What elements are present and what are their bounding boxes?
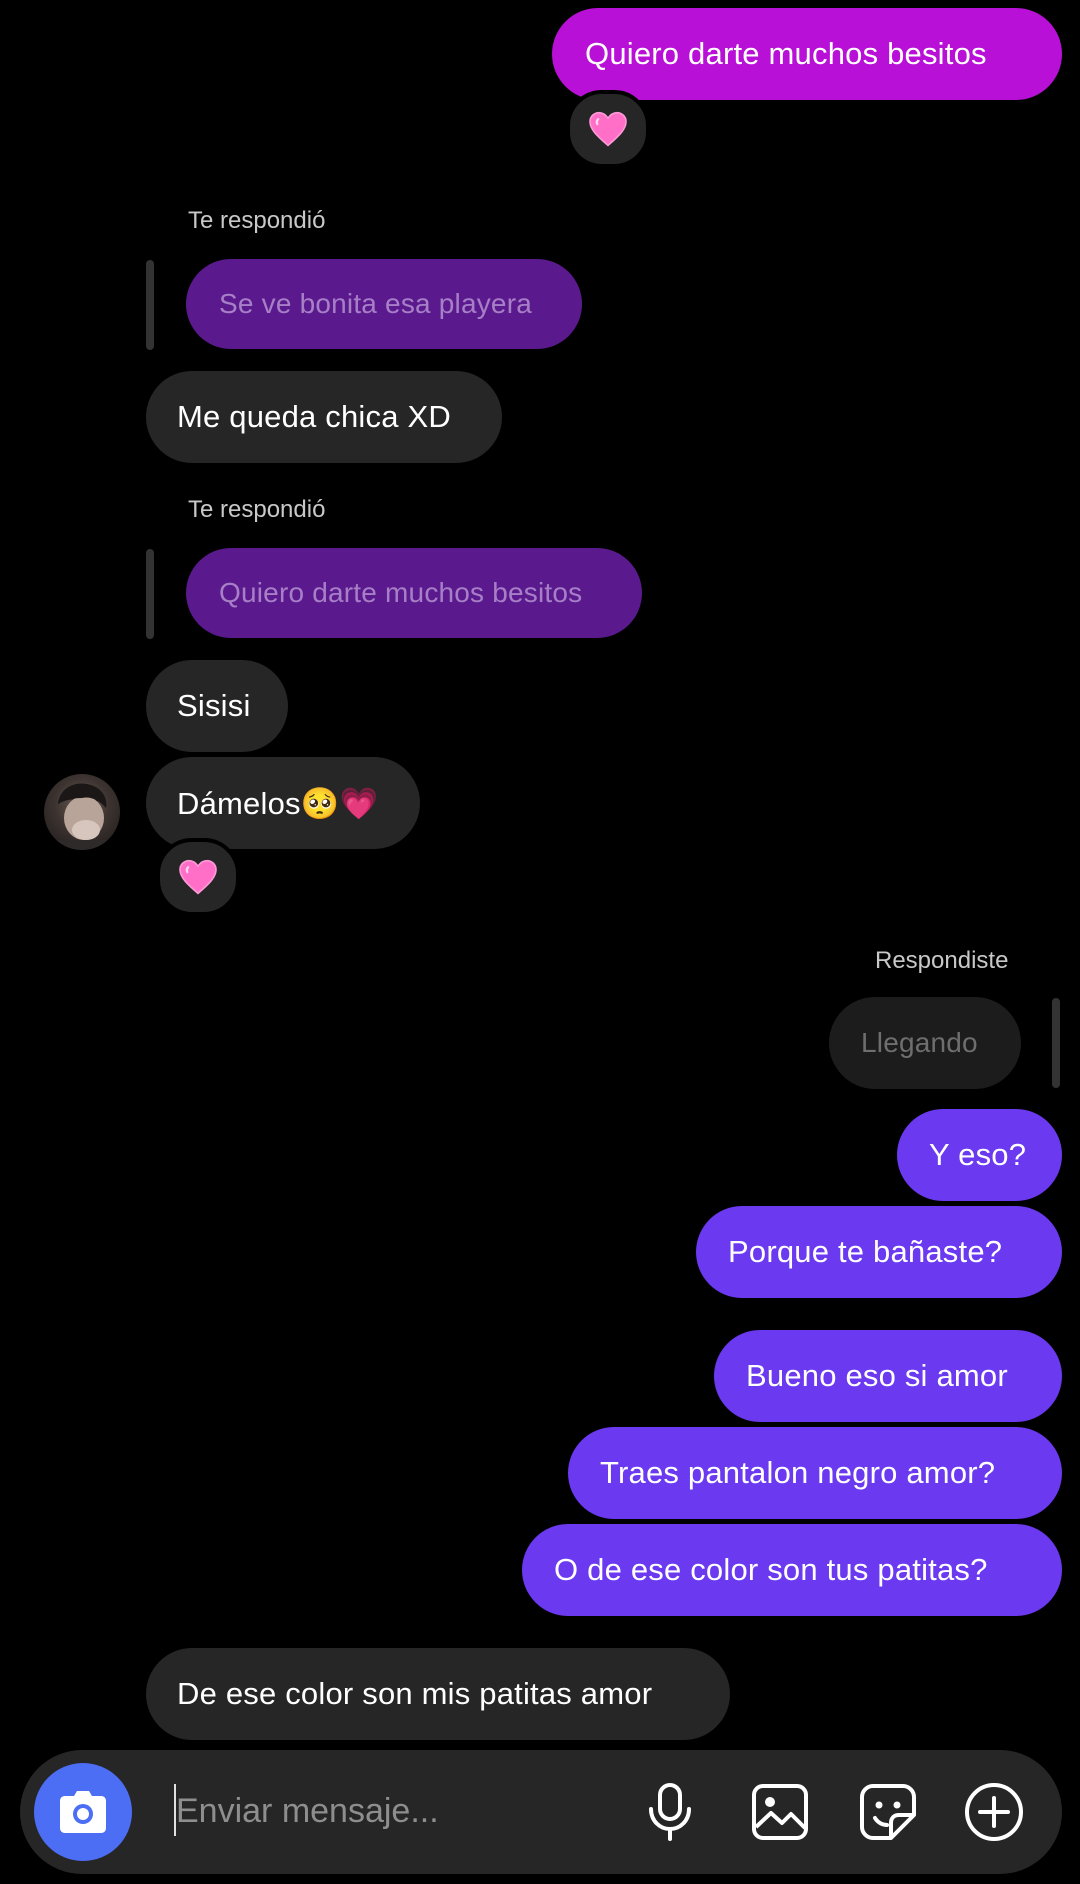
received-message[interactable]: Me queda chica XD <box>146 371 502 463</box>
message-text: Y eso? <box>929 1137 1027 1172</box>
reply-bar <box>146 549 154 639</box>
sticker-icon <box>860 1784 916 1840</box>
sent-message[interactable]: Y eso? <box>897 1109 1062 1201</box>
message-text: O de ese color son tus patitas? <box>554 1552 988 1587</box>
message-reaction[interactable] <box>156 838 240 916</box>
camera-button[interactable] <box>34 1763 132 1861</box>
microphone-icon <box>649 1783 691 1841</box>
message-text: Traes pantalon negro amor? <box>600 1455 996 1490</box>
quoted-message[interactable]: Quiero darte muchos besitos <box>186 548 642 638</box>
message-input[interactable] <box>156 1778 636 1844</box>
message-text: Bueno eso si amor <box>746 1358 1008 1393</box>
sent-message[interactable]: O de ese color son tus patitas? <box>522 1524 1062 1616</box>
message-text: De ese color son mis patitas amor <box>177 1676 653 1711</box>
heart-emoji-icon <box>589 111 627 147</box>
sent-message[interactable]: Quiero darte muchos besitos <box>552 8 1062 100</box>
reply-label: Te respondió <box>188 207 326 234</box>
sticker-button[interactable] <box>854 1778 922 1846</box>
message-composer <box>20 1750 1062 1874</box>
message-reaction[interactable] <box>566 90 650 168</box>
add-button[interactable] <box>960 1778 1028 1846</box>
sent-message[interactable]: Bueno eso si amor <box>714 1330 1062 1422</box>
message-text: Porque te bañaste? <box>728 1234 1003 1269</box>
received-message[interactable]: De ese color son mis patitas amor <box>146 1648 730 1740</box>
message-text: Quiero darte muchos besitos <box>585 36 987 71</box>
quoted-message[interactable]: Se ve bonita esa playera <box>186 259 582 349</box>
message-text: Me queda chica XD <box>177 399 451 434</box>
reply-label: Te respondió <box>188 496 326 523</box>
reply-label: Respondiste <box>875 947 1009 974</box>
message-text: Dámelos🥺💗 <box>177 785 379 821</box>
quoted-text: Llegando <box>861 1027 978 1058</box>
quoted-text: Quiero darte muchos besitos <box>219 577 583 608</box>
text-caret <box>174 1784 176 1836</box>
message-text: Sisisi <box>177 688 251 723</box>
reply-bar <box>1052 998 1060 1088</box>
camera-icon <box>60 1791 106 1833</box>
quoted-message[interactable]: Llegando <box>829 997 1021 1089</box>
quoted-text: Se ve bonita esa playera <box>219 288 533 319</box>
avatar-photo <box>44 783 120 850</box>
received-message[interactable]: Dámelos🥺💗 <box>146 757 420 849</box>
received-message[interactable]: Sisisi <box>146 660 288 752</box>
sent-message[interactable]: Porque te bañaste? <box>696 1206 1062 1298</box>
microphone-button[interactable] <box>636 1778 704 1846</box>
reply-bar <box>146 260 154 350</box>
gallery-icon <box>752 1784 808 1840</box>
plus-icon <box>965 1783 1023 1841</box>
sent-message[interactable]: Traes pantalon negro amor? <box>568 1427 1062 1519</box>
avatar[interactable] <box>44 774 120 850</box>
heart-emoji-icon <box>179 859 217 895</box>
gallery-button[interactable] <box>746 1778 814 1846</box>
